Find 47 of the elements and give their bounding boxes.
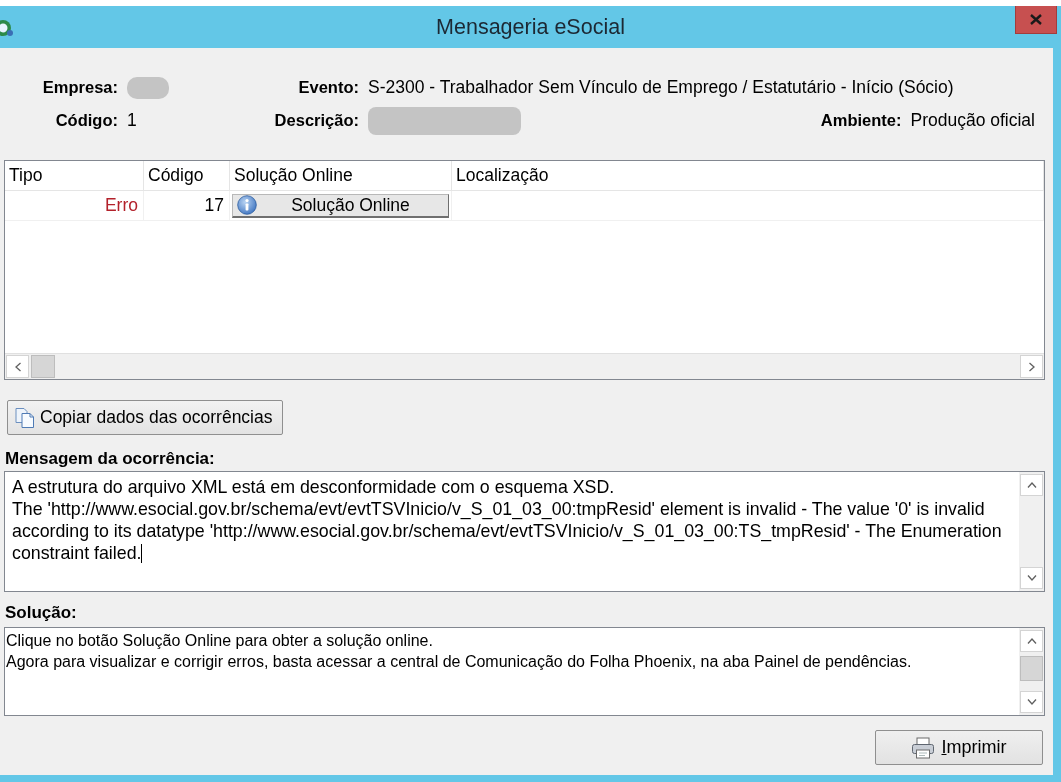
print-button[interactable]: Imprimir — [875, 730, 1043, 765]
app-icon — [0, 19, 14, 37]
copy-pages-icon — [14, 406, 36, 429]
field-value: 1 — [127, 110, 138, 131]
window-title: Mensageria eSocial — [436, 14, 625, 40]
field-value: Produção oficial — [910, 110, 1035, 131]
table-cell: 17 — [144, 191, 230, 220]
scroll-down-button[interactable] — [1020, 691, 1043, 713]
field-label: Ambiente: — [820, 111, 902, 130]
solution-field[interactable]: Clique no botão Solução Online para obter a solução online. Agora para visualizar e corrigir erros, basta acessar a central de Comunicação do Folha Phoenix, na aba Painel de pendências. — [4, 627, 1045, 716]
field-label: Código: — [54, 111, 118, 130]
copy-button[interactable]: Copiar dados das ocorrências — [7, 400, 283, 435]
section-label: Mensagem da ocorrência: — [5, 449, 215, 469]
scroll-down-button[interactable] — [1020, 567, 1043, 589]
close-button[interactable] — [1015, 6, 1057, 34]
column-header[interactable]: Tipo — [5, 161, 144, 190]
close-icon — [1030, 14, 1042, 25]
vertical-scrollbar[interactable] — [1019, 472, 1044, 591]
solution-text: Clique no botão Solução Online para obter a solução online. Agora para visualizar e corrigir erros, basta acessar a central de Comunicação do Folha Phoenix, na aba Painel de pendências. — [5, 631, 913, 672]
scroll-right-button[interactable] — [1020, 355, 1043, 378]
chevron-right-icon — [1028, 361, 1035, 372]
chevron-up-icon — [1026, 482, 1037, 488]
table-row[interactable]: Erro 17 Solução Online — [5, 191, 1044, 221]
field-label: Descrição: — [274, 111, 359, 130]
chevron-down-icon — [1026, 575, 1037, 581]
scroll-left-button[interactable] — [6, 355, 29, 378]
scrollbar-thumb[interactable] — [1020, 656, 1043, 681]
chevron-up-icon — [1026, 638, 1037, 644]
column-header[interactable]: Solução Online — [230, 161, 452, 190]
field-value: S-2300 - Trabalhador Sem Vínculo de Emprego / Estatutário - Início (Sócio) — [368, 77, 955, 98]
scroll-up-button[interactable] — [1020, 630, 1043, 652]
vertical-scrollbar[interactable] — [1019, 628, 1044, 715]
field-label: Empresa: — [41, 78, 118, 97]
chevron-left-icon — [14, 361, 21, 372]
printer-icon — [911, 736, 936, 759]
column-header[interactable]: Código — [144, 161, 230, 190]
scroll-up-button[interactable] — [1020, 474, 1043, 496]
scrollbar-thumb[interactable] — [31, 355, 55, 378]
online-solution-button[interactable]: Solução Online — [232, 193, 449, 218]
info-icon — [237, 195, 257, 215]
table-cell: Erro — [5, 191, 144, 220]
message-text: A estrutura do arquivo XML está em desconformidade com o esquema XSD. The 'http://www.esocial.gov.br/schema/evt/evtTSVInicio/v_S_01_03_00:tmpResid' element is invalid - The value '0' is invalid according to its datatype 'http://www.esocial.gov.br/schema/evt/evtTSVInicio/v_S_01_03_00:TS_tmpResid' - The Enumeration constraint failed. — [5, 472, 1019, 591]
horizontal-scrollbar[interactable] — [5, 353, 1044, 379]
chevron-down-icon — [1026, 699, 1037, 705]
field-label: Evento: — [297, 78, 359, 97]
column-header[interactable]: Localização — [452, 161, 1044, 190]
section-label: Solução: — [5, 603, 77, 623]
